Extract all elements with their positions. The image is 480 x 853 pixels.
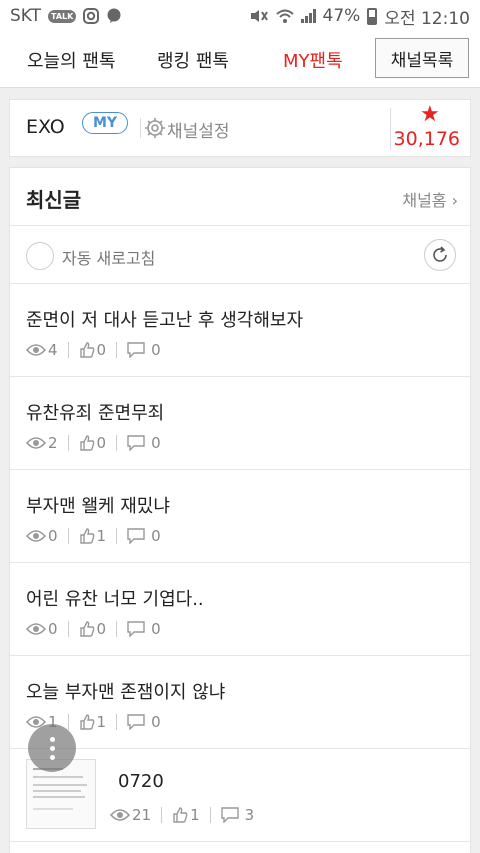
post-title[interactable]: 0720 bbox=[118, 771, 164, 792]
post-title[interactable]: 오늘 부자맨 존잼이지 않냐 bbox=[26, 678, 225, 704]
channel-home-link[interactable]: 채널홈 › bbox=[402, 187, 458, 211]
post-item[interactable]: 어린 유찬 너모 기엽다.. 0 0 0 bbox=[10, 563, 470, 656]
thumbs-up-icon bbox=[79, 621, 94, 637]
channel-list-button[interactable]: 채널목록 bbox=[375, 38, 469, 78]
auto-refresh-row: 자동 새로고침 bbox=[10, 226, 470, 284]
more-options-button[interactable] bbox=[28, 724, 76, 772]
comment-icon bbox=[127, 621, 145, 637]
channel-name[interactable]: EXO bbox=[26, 116, 65, 138]
post-stats: 0 1 0 bbox=[26, 526, 161, 546]
comment-icon bbox=[127, 342, 145, 358]
comment-count: 0 bbox=[151, 527, 161, 545]
signal-icon bbox=[300, 9, 316, 23]
mute-icon bbox=[249, 8, 269, 24]
star-count: 30,176 bbox=[393, 128, 460, 150]
post-item[interactable]: 유찬유죄 준면무죄 2 0 0 bbox=[10, 377, 470, 470]
eye-icon bbox=[110, 809, 130, 821]
top-tabs: 오늘의 팬톡 랭킹 팬톡 MY팬톡 채널목록 bbox=[0, 32, 480, 88]
post-stats: 21 1 3 bbox=[110, 805, 254, 825]
instagram-icon bbox=[83, 8, 100, 24]
my-badge: MY bbox=[82, 112, 128, 134]
tab-ranking[interactable]: 랭킹 팬톡 bbox=[157, 47, 229, 73]
channel-card: EXO MY 채널설정 ★ 30,176 bbox=[9, 99, 471, 157]
thumbs-up-icon bbox=[79, 435, 94, 451]
clock: 오전 12:10 bbox=[384, 8, 470, 29]
thumbs-up-icon bbox=[79, 714, 94, 730]
thumbs-up-icon bbox=[79, 342, 94, 358]
auto-refresh-toggle[interactable] bbox=[26, 242, 54, 270]
like-count: 0 bbox=[96, 341, 107, 359]
comment-icon bbox=[127, 435, 145, 451]
like-count: 0 bbox=[96, 434, 107, 452]
comment-icon bbox=[127, 714, 145, 730]
comment-count: 3 bbox=[244, 806, 255, 824]
kakaotalk-icon: TALK bbox=[48, 9, 77, 23]
divider bbox=[140, 118, 141, 138]
dot-icon bbox=[49, 736, 55, 742]
tab-my[interactable]: MY팬톡 bbox=[283, 47, 343, 73]
wifi-icon bbox=[275, 8, 294, 24]
feed-header: 최신글 채널홈 › bbox=[10, 168, 470, 226]
feed-panel: 최신글 채널홈 › 자동 새로고침 준면이 저 대사 듣고난 후 생각해보자 4… bbox=[9, 167, 471, 853]
post-item[interactable]: 준면이 저 대사 듣고난 후 생각해보자 4 0 0 bbox=[10, 284, 470, 377]
tab-today[interactable]: 오늘의 팬톡 bbox=[27, 47, 116, 73]
comment-count: 0 bbox=[151, 434, 161, 452]
thumbs-up-icon bbox=[173, 807, 188, 823]
chat-icon bbox=[106, 8, 122, 24]
eye-icon bbox=[26, 623, 46, 635]
eye-icon bbox=[26, 437, 46, 449]
comment-count: 0 bbox=[151, 713, 161, 731]
battery-percent: 47% bbox=[322, 6, 361, 26]
battery-icon bbox=[367, 7, 378, 25]
view-count: 0 bbox=[48, 527, 58, 545]
status-bar: SKT TALK 47% 오전 12:10 bbox=[0, 0, 480, 32]
view-count: 21 bbox=[132, 806, 152, 824]
post-title[interactable]: 어린 유찬 너모 기엽다.. bbox=[26, 585, 204, 611]
view-count: 2 bbox=[48, 434, 58, 452]
refresh-icon[interactable] bbox=[424, 239, 456, 271]
comment-icon bbox=[220, 807, 239, 823]
like-count: 1 bbox=[96, 527, 107, 545]
divider bbox=[390, 108, 391, 150]
post-stats: 4 0 0 bbox=[26, 340, 161, 360]
eye-icon bbox=[26, 344, 46, 356]
feed-title: 최신글 bbox=[26, 188, 82, 212]
auto-refresh-label: 자동 새로고침 bbox=[62, 249, 156, 268]
carrier-label: SKT bbox=[10, 6, 42, 26]
post-title[interactable]: 부자맨 왤케 재밌냐 bbox=[26, 492, 170, 518]
like-count: 1 bbox=[190, 806, 200, 824]
post-title[interactable]: 준면이 저 대사 듣고난 후 생각해보자 bbox=[26, 306, 303, 332]
post-item[interactable]: 부자맨 왤케 재밌냐 0 1 0 bbox=[10, 470, 470, 563]
post-item[interactable]: 0720 21 1 3 bbox=[10, 749, 470, 842]
like-count: 1 bbox=[96, 713, 107, 731]
comment-count: 0 bbox=[151, 341, 161, 359]
dot-icon bbox=[49, 754, 55, 760]
comment-icon bbox=[127, 528, 145, 544]
post-stats: 0 0 0 bbox=[26, 619, 161, 639]
channel-settings-button[interactable]: 채널설정 bbox=[167, 117, 230, 142]
post-stats: 2 0 0 bbox=[26, 433, 161, 453]
dot-icon bbox=[49, 745, 55, 751]
comment-count: 0 bbox=[151, 620, 161, 638]
gear-icon[interactable] bbox=[144, 117, 166, 139]
star-icon[interactable]: ★ bbox=[420, 104, 440, 126]
thumbs-up-icon bbox=[79, 528, 94, 544]
post-title[interactable]: 유찬유죄 준면무죄 bbox=[26, 399, 164, 425]
view-count: 0 bbox=[48, 620, 58, 638]
eye-icon bbox=[26, 530, 46, 542]
view-count: 4 bbox=[48, 341, 58, 359]
post-item[interactable]: 오늘 부자맨 존잼이지 않냐 1 1 0 bbox=[10, 656, 470, 749]
like-count: 0 bbox=[96, 620, 107, 638]
